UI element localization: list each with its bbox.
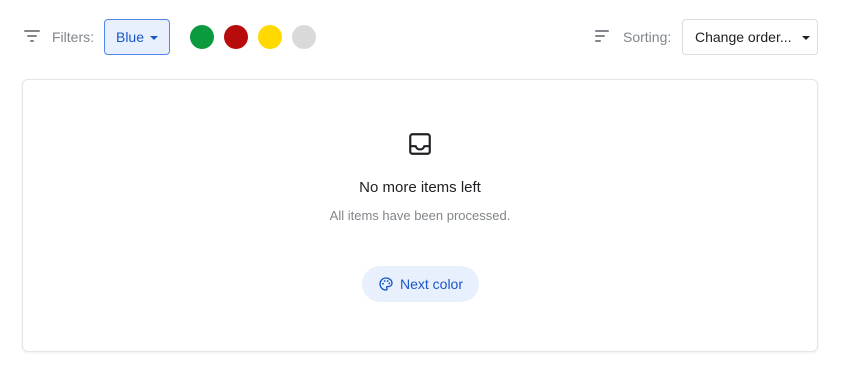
filters-label: Filters: (52, 29, 94, 45)
next-color-label: Next color (399, 276, 464, 292)
swatch-green[interactable] (190, 25, 214, 49)
empty-state-subtitle: All items have been processed. (329, 208, 511, 223)
empty-state-title: No more items left (359, 179, 481, 196)
color-filter-dropdown[interactable]: Blue (104, 19, 170, 55)
sort-order-value: Change order... (695, 29, 792, 45)
sort-order-dropdown[interactable]: Change order... (682, 19, 818, 55)
sorting-label: Sorting: (623, 29, 672, 45)
swatch-red[interactable] (224, 25, 248, 49)
filter-icon (24, 29, 40, 43)
empty-state-card: No more items left All items have been p… (22, 79, 818, 352)
sort-icon (595, 29, 611, 43)
inbox-icon (409, 133, 431, 155)
chevron-down-icon (150, 35, 159, 40)
swatch-gray[interactable] (292, 25, 316, 49)
next-color-button[interactable]: Next color (362, 266, 479, 302)
chevron-down-icon (801, 35, 810, 40)
color-filter-value: Blue (115, 29, 145, 45)
toolbar: Filters: Blue Sorting: Change order... (0, 0, 843, 74)
swatch-yellow[interactable] (258, 25, 282, 49)
palette-icon (379, 277, 393, 291)
